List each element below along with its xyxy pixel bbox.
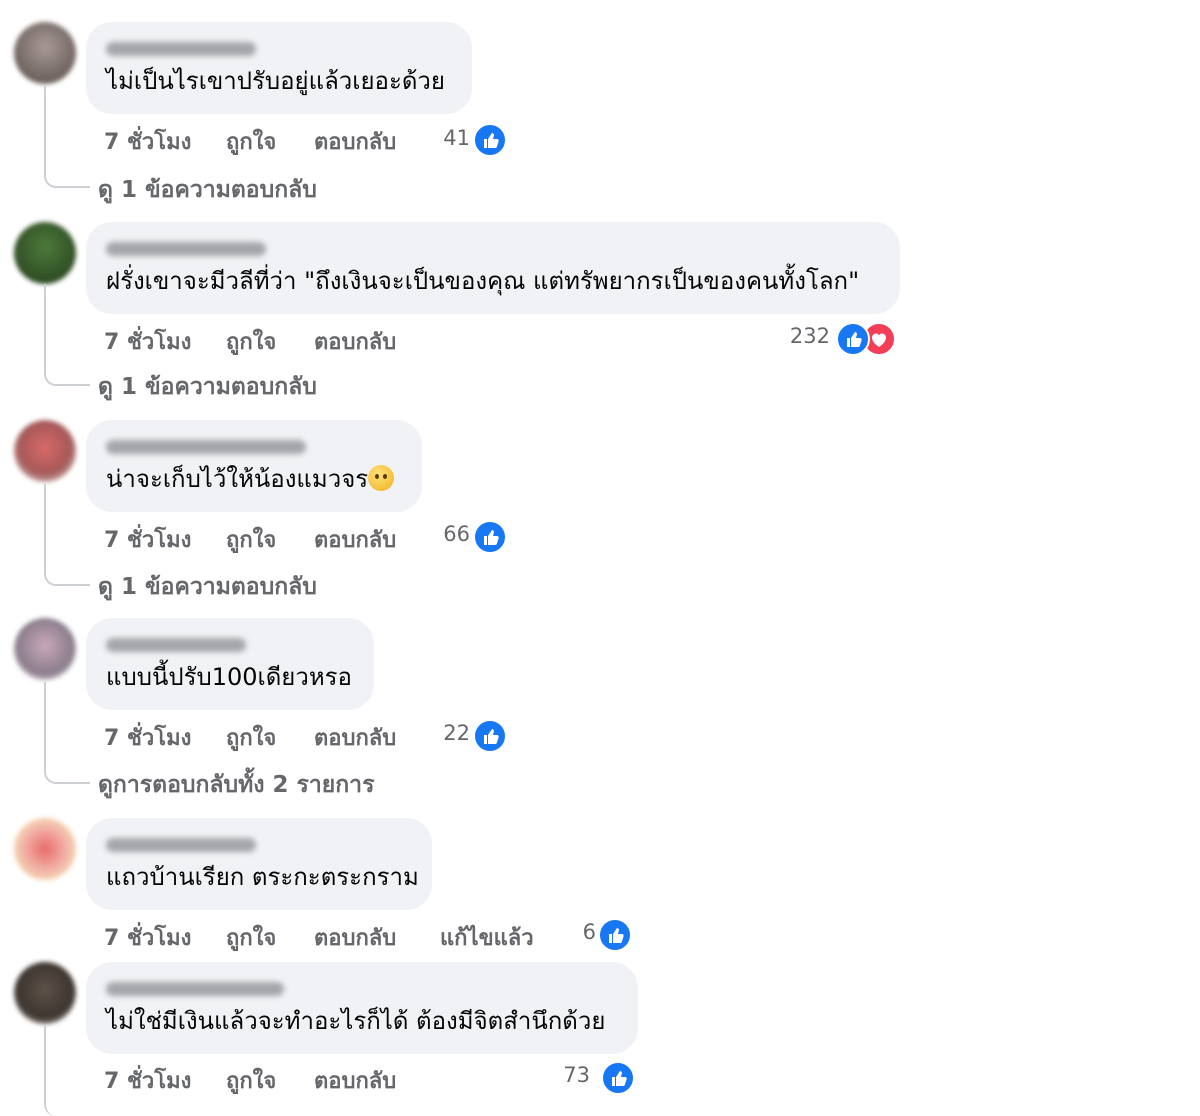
like-button[interactable]: ถูกใจ <box>226 124 276 159</box>
author-name-blurred[interactable] <box>106 838 256 852</box>
comment-text: ไม่เป็นไรเขาปรับอยู่แล้วเยอะด้วย <box>106 67 445 95</box>
thread-line <box>44 682 90 784</box>
reaction-summary[interactable]: 6 <box>550 918 660 952</box>
like-icon <box>473 719 507 753</box>
reply-button[interactable]: ตอบกลับ <box>314 522 396 557</box>
author-name-blurred[interactable] <box>106 982 284 996</box>
timestamp[interactable]: 7 ชั่วโมง <box>104 522 191 557</box>
like-icon <box>473 123 507 157</box>
reaction-summary[interactable]: 232 <box>789 322 900 356</box>
author-name-blurred[interactable] <box>106 42 256 56</box>
reaction-summary[interactable]: 22 <box>420 719 530 753</box>
sad-face-emoji <box>368 465 395 491</box>
comment-bubble: ไม่ใช่มีเงินแล้วจะทำอะไรก็ได้ ต้องมีจิตส… <box>86 962 638 1054</box>
view-replies-link[interactable]: ดูการตอบกลับทั้ง 2 รายการ <box>98 767 374 803</box>
timestamp[interactable]: 7 ชั่วโมง <box>104 324 191 359</box>
thread-line <box>44 284 90 386</box>
comment-bubble: ไม่เป็นไรเขาปรับอยู่แล้วเยอะด้วย <box>86 22 472 114</box>
view-replies-link[interactable]: ดู 1 ข้อความตอบกลับ <box>98 569 317 605</box>
like-icon <box>836 322 870 356</box>
reply-button[interactable]: ตอบกลับ <box>314 1063 396 1098</box>
comment-text: แบบนี้ปรับ100เดียวหรอ <box>106 663 352 691</box>
like-button[interactable]: ถูกใจ <box>226 522 276 557</box>
thread-line <box>44 484 90 586</box>
timestamp[interactable]: 7 ชั่วโมง <box>104 720 191 755</box>
avatar[interactable] <box>14 222 76 284</box>
view-replies-link[interactable]: ดู 1 ข้อความตอบกลับ <box>98 369 317 405</box>
comment-text: ฝรั่งเขาจะมีวลีที่ว่า "ถึงเงินจะเป็นของค… <box>106 267 860 295</box>
reply-button[interactable]: ตอบกลับ <box>314 124 396 159</box>
comment-text: แถวบ้านเรียก ตระกะตระกราม <box>106 863 419 891</box>
like-button[interactable]: ถูกใจ <box>226 1063 276 1098</box>
comment-bubble: แบบนี้ปรับ100เดียวหรอ <box>86 618 374 710</box>
comment-text: ไม่ใช่มีเงินแล้วจะทำอะไรก็ได้ ต้องมีจิตส… <box>106 1007 606 1035</box>
timestamp[interactable]: 7 ชั่วโมง <box>104 124 191 159</box>
comment-bubble: น่าจะเก็บไว้ให้น้องแมวจร <box>86 420 422 512</box>
reaction-count: 41 <box>443 126 470 150</box>
author-name-blurred[interactable] <box>106 440 306 454</box>
comment-text: น่าจะเก็บไว้ให้น้องแมวจร <box>106 464 395 494</box>
reply-button[interactable]: ตอบกลับ <box>314 324 396 359</box>
comment-bubble: ฝรั่งเขาจะมีวลีที่ว่า "ถึงเงินจะเป็นของค… <box>86 222 900 314</box>
reaction-count: 66 <box>443 522 470 546</box>
reply-button[interactable]: ตอบกลับ <box>314 920 396 955</box>
avatar[interactable] <box>14 22 76 84</box>
thread-line <box>44 86 90 188</box>
edited-label: แก้ไขแล้ว <box>440 926 534 951</box>
reaction-summary[interactable]: 66 <box>420 520 530 554</box>
avatar[interactable] <box>14 618 76 680</box>
author-name-blurred[interactable] <box>106 242 266 256</box>
like-button[interactable]: ถูกใจ <box>226 720 276 755</box>
like-icon <box>473 520 507 554</box>
avatar[interactable] <box>14 818 76 880</box>
reaction-count: 232 <box>789 324 830 348</box>
avatar[interactable] <box>14 420 76 482</box>
avatar[interactable] <box>14 962 76 1024</box>
reply-button[interactable]: ตอบกลับ <box>314 720 396 755</box>
like-button[interactable]: ถูกใจ <box>226 324 276 359</box>
timestamp[interactable]: 7 ชั่วโมง <box>104 1063 191 1098</box>
thread-line <box>44 1026 90 1116</box>
reaction-summary[interactable]: 41 <box>420 123 530 157</box>
like-icon <box>601 1061 635 1095</box>
comment-bubble: แถวบ้านเรียก ตระกะตระกราม <box>86 818 432 910</box>
reaction-count: 22 <box>443 721 470 745</box>
reaction-count: 6 <box>582 920 596 944</box>
view-replies-link[interactable]: ดู 1 ข้อความตอบกลับ <box>98 172 317 208</box>
reaction-summary[interactable]: 73 <box>540 1061 650 1095</box>
reaction-count: 73 <box>563 1063 590 1087</box>
timestamp[interactable]: 7 ชั่วโมง <box>104 920 191 955</box>
like-button[interactable]: ถูกใจ <box>226 920 276 955</box>
author-name-blurred[interactable] <box>106 638 246 652</box>
like-icon <box>598 918 632 952</box>
comment-text-body: น่าจะเก็บไว้ให้น้องแมวจร <box>106 465 369 493</box>
